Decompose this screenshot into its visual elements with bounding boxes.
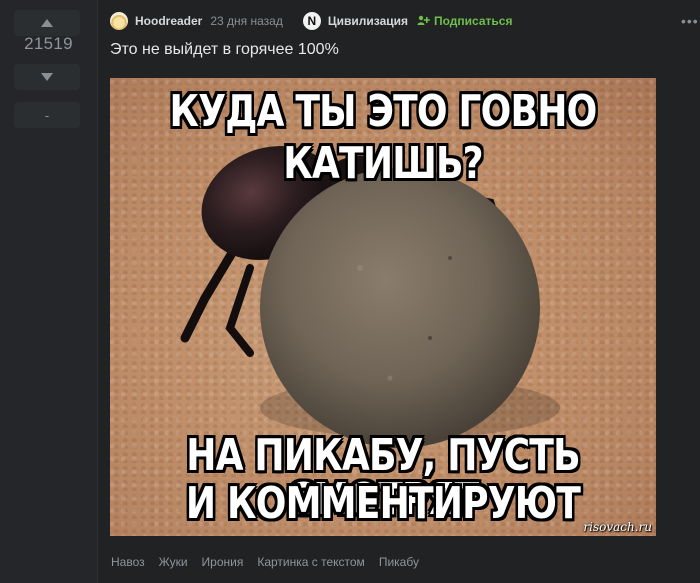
meme-caption-bottom-2: И КОММЕНТИРУЮТ xyxy=(185,478,581,529)
tag-link[interactable]: Картинка с текстом xyxy=(257,555,364,569)
meme-caption-top-2: КАТИШЬ? xyxy=(283,138,483,189)
story-header: Hoodreader 23 дня назад N Цивилизация По… xyxy=(110,10,512,32)
community-icon[interactable]: N xyxy=(302,12,321,30)
meme-image[interactable]: КУДА ТЫ ЭТО ГОВНО КАТИШЬ? НА ПИКАБУ, ПУС… xyxy=(110,78,656,536)
community-link[interactable]: Цивилизация xyxy=(328,14,408,28)
upvote-button[interactable] xyxy=(14,10,80,36)
author-link[interactable]: Hoodreader xyxy=(135,14,202,28)
watermark: risovach.ru xyxy=(583,520,652,534)
tag-link[interactable]: Ирония xyxy=(202,555,244,569)
minus-label: - xyxy=(44,107,50,123)
subscribe-icon xyxy=(417,15,430,25)
triangle-down-icon xyxy=(41,73,53,81)
rating-counter: 21519 xyxy=(24,34,73,53)
tag-link[interactable]: Пикабу xyxy=(379,555,419,569)
tag-list: Навоз Жуки Ирония Картинка с текстом Пик… xyxy=(111,555,433,569)
subscribe-button[interactable]: Подписаться xyxy=(417,14,512,28)
more-dots-icon[interactable]: ••• xyxy=(681,14,699,28)
tag-link[interactable]: Жуки xyxy=(159,555,188,569)
triangle-up-icon xyxy=(41,19,53,27)
avatar[interactable] xyxy=(110,12,128,30)
story-title[interactable]: Это не выйдет в горячее 100% xyxy=(110,41,339,59)
minus-button[interactable]: - xyxy=(14,102,80,128)
post-time: 23 дня назад xyxy=(210,14,283,28)
downvote-button[interactable] xyxy=(14,64,80,90)
vote-column: 21519 - xyxy=(0,0,98,583)
meme-caption-top-1: КУДА ТЫ ЭТО ГОВНО xyxy=(169,86,598,137)
tag-link[interactable]: Навоз xyxy=(111,555,145,569)
subscribe-label: Подписаться xyxy=(434,14,513,28)
